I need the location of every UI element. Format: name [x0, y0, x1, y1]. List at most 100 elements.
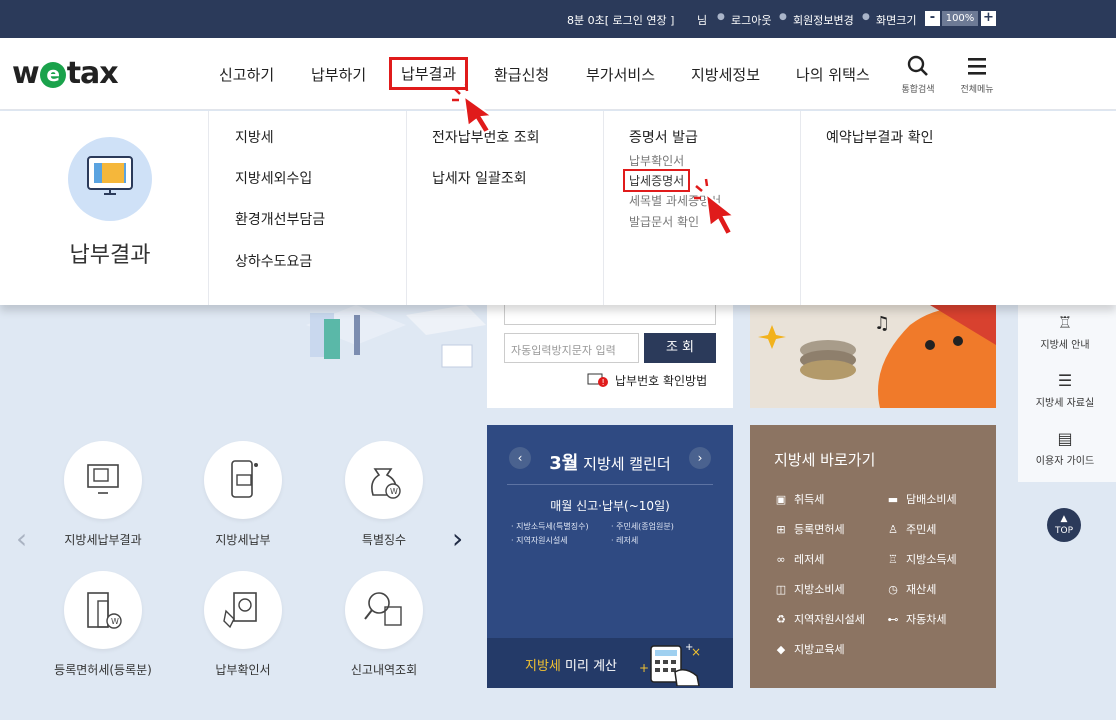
shortcut-vehicle-tax[interactable]: ⊷ 자동차세: [886, 611, 947, 627]
scroll-top-button[interactable]: ▲ TOP: [1047, 508, 1081, 542]
hamburger-icon: [968, 58, 986, 75]
captcha-input[interactable]: 자동입력방지문자 입력: [504, 333, 639, 363]
svg-text:!: !: [602, 378, 605, 387]
nav-tax-info[interactable]: 지방세정보: [691, 64, 760, 85]
svg-text:+: +: [639, 661, 649, 675]
quick-menu-item[interactable]: 지방세납부: [188, 441, 298, 548]
cigarette-icon: ▬: [887, 493, 899, 506]
money-bag-icon: ♖: [888, 553, 898, 566]
local-tax-resources-link[interactable]: ☰ 지방세 자료실: [1018, 371, 1112, 409]
mega-menu-title: 납부결과: [69, 243, 151, 268]
bicycle-icon: ∞: [776, 553, 786, 566]
calendar-subtitle: 매월 신고·납부(~10일): [550, 499, 670, 513]
user-name: 님: [697, 14, 708, 27]
divider-dot: ●: [779, 12, 787, 22]
quick-menu-item[interactable]: 지방세납부결과: [48, 441, 158, 548]
monitor-folder-icon: [64, 441, 142, 519]
shortcut-resource-tax[interactable]: ♻ 지역자원시설세: [774, 611, 865, 627]
tax-shortcuts-card: 지방세 바로가기 ▣ 취득세 ▬ 담배소비세 ⊞ 등록면허세 ♙ 주민세 ∞ 레저세 ♖ 지…: [750, 425, 996, 688]
svg-text:+: +: [685, 642, 693, 653]
payment-number-search-card: 자동입력방지문자 입력 조 회 ! 납부번호 확인방법: [487, 305, 733, 408]
shortcut-property-tax[interactable]: ◷ 재산세: [886, 581, 936, 597]
menu-local-tax[interactable]: 지방세: [235, 127, 274, 147]
menu-reserved-payment-result[interactable]: 예약납부결과 확인: [826, 127, 934, 147]
quick-menu-item[interactable]: 납부확인서: [188, 571, 298, 678]
menu-env-charge[interactable]: 환경개선부담금: [235, 209, 325, 229]
menu-document-verify[interactable]: 발급문서 확인: [629, 213, 699, 230]
quick-menu-label: 지방세납부결과: [64, 533, 142, 547]
calendar-tax-item[interactable]: · 주민세(종업원분): [611, 521, 674, 532]
nav-my-wetax[interactable]: 나의 위택스: [796, 64, 870, 85]
menu-certificate-issue[interactable]: 증명서 발급: [629, 127, 698, 147]
money-bag-icon: ♖: [1057, 313, 1073, 332]
menu-non-tax-revenue[interactable]: 지방세외수입: [235, 168, 312, 188]
utility-bar: 8분 0초[ 로그인 연장 ] 님 ● 로그아웃 ● 회원정보변경 ● 화면크기…: [0, 0, 1116, 38]
member-info-link[interactable]: 회원정보변경: [793, 12, 854, 28]
svg-text:♫: ♫: [874, 313, 890, 334]
receipt-w-icon: [204, 571, 282, 649]
quick-menu-next-arrow[interactable]: ›: [452, 522, 463, 555]
nav-report[interactable]: 신고하기: [219, 64, 274, 85]
briefcase-icon: ▣: [775, 493, 787, 506]
local-tax-guide-link[interactable]: ♖ 지방세 안내: [1018, 313, 1112, 351]
nav-payment[interactable]: 납부하기: [311, 64, 366, 85]
integrated-search-button[interactable]: 통합검색: [894, 54, 942, 95]
menu-payment-confirmation[interactable]: 납부확인서: [629, 152, 684, 169]
quick-menu-item[interactable]: W 등록면허세(등록분): [48, 571, 158, 678]
calendar-tax-item[interactable]: · 지역자원시설세: [511, 535, 568, 546]
mega-menu-dropdown: 납부결과 지방세 지방세외수입 환경개선부담금 상하수도요금 전자납부번호 조회…: [0, 111, 1116, 305]
shortcut-leisure-tax[interactable]: ∞ 레저세: [774, 551, 824, 567]
calculator-label: 지방세 미리 계산: [525, 659, 618, 674]
quick-menu-label: 납부확인서: [215, 663, 271, 677]
user-guide-link[interactable]: ▤ 이용자 가이드: [1018, 429, 1112, 467]
payment-number-field[interactable]: [504, 305, 716, 325]
zoom-level: 100%: [942, 11, 978, 26]
chat-bubble-icon: ▤: [1057, 429, 1073, 448]
mega-col-local-tax: 지방세 지방세외수입 환경개선부담금 상하수도요금: [208, 111, 406, 305]
calendar-tax-item[interactable]: · 지방소득세(특별징수): [511, 521, 589, 532]
shortcut-income-tax[interactable]: ♖ 지방소득세: [886, 551, 957, 567]
tax-calendar-card: ‹ 3월 지방세 캘린더 › 매월 신고·납부(~10일) · 지방소득세(특별…: [487, 425, 733, 688]
wetax-logo[interactable]: w e tax: [12, 56, 119, 91]
zoom-in-button[interactable]: +: [981, 11, 996, 26]
shortcuts-title: 지방세 바로가기: [774, 451, 876, 469]
monitor-folder-icon: [68, 137, 152, 221]
session-timer[interactable]: 8분 0초[ 로그인 연장 ]: [567, 12, 674, 28]
quick-menu-item[interactable]: 신고내역조회: [329, 571, 439, 678]
svg-text:W: W: [390, 487, 398, 496]
nav-extra-services[interactable]: 부가서비스: [586, 64, 655, 85]
quick-menu-label: 지방세납부: [215, 533, 271, 547]
calendar-next-button[interactable]: ›: [689, 447, 711, 469]
svg-text:W: W: [111, 617, 119, 626]
quick-menu-label: 특별징수: [361, 533, 407, 547]
shortcut-consumption-tax[interactable]: ◫ 지방소비세: [774, 581, 845, 597]
payment-number-help-link[interactable]: ! 납부번호 확인방법: [587, 372, 707, 389]
menu-tax-payment-certificate[interactable]: 납세증명서: [623, 169, 691, 192]
shortcut-acquisition-tax[interactable]: ▣ 취득세: [774, 491, 825, 507]
promo-banner[interactable]: ♫: [750, 305, 996, 408]
magnifier-doc-icon: [345, 571, 423, 649]
shortcut-resident-tax[interactable]: ♙ 주민세: [886, 521, 936, 537]
list-icon: ☰: [1057, 371, 1073, 390]
menu-taxpayer-bulk-lookup[interactable]: 납세자 일괄조회: [432, 168, 527, 188]
menu-label: 전체메뉴: [960, 85, 994, 95]
divider: [507, 484, 713, 485]
mega-col-reserved: 예약납부결과 확인: [800, 111, 1116, 305]
tax-calculator-link[interactable]: 지방세 미리 계산 + × +: [487, 638, 733, 688]
menu-water-fee[interactable]: 상하수도요금: [235, 251, 312, 271]
right-quick-panel: ♖ 지방세 안내 ☰ 지방세 자료실 ▤ 이용자 가이드: [1018, 305, 1116, 482]
quick-menu-label: 신고내역조회: [350, 663, 418, 677]
quick-menu-label: 등록면허세(등록분): [54, 663, 152, 677]
search-button[interactable]: 조 회: [644, 333, 716, 363]
shortcut-education-tax[interactable]: ◆ 지방교육세: [774, 641, 845, 657]
logout-link[interactable]: 로그아웃: [731, 12, 771, 28]
shortcut-tobacco-tax[interactable]: ▬ 담배소비세: [886, 491, 957, 507]
hero-illustration: [296, 305, 486, 385]
quick-menu-item[interactable]: W 특별징수: [329, 441, 439, 548]
shortcut-registration-tax[interactable]: ⊞ 등록면허세: [774, 521, 844, 537]
calendar-tax-item[interactable]: · 레저세: [611, 535, 638, 546]
quick-menu-prev-arrow[interactable]: ‹: [16, 522, 27, 555]
zoom-out-button[interactable]: -: [925, 11, 940, 26]
full-menu-button[interactable]: 전체메뉴: [953, 54, 1001, 95]
car-icon: ⊷: [887, 613, 899, 626]
